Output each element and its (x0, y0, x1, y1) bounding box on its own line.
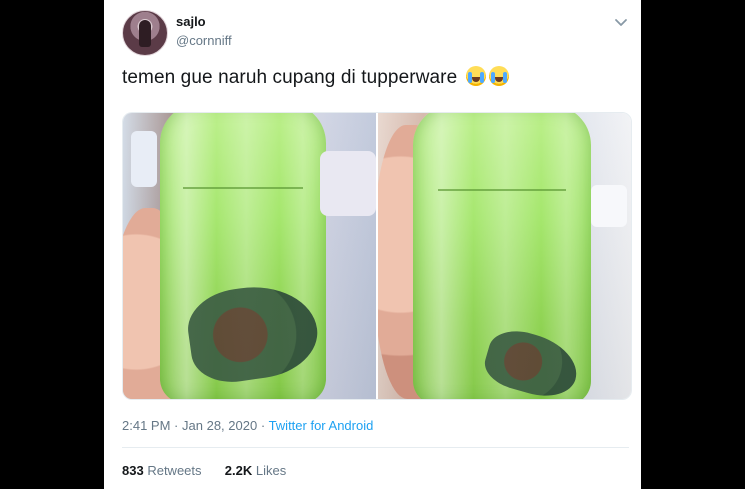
loudly-crying-face-icon (488, 66, 509, 86)
tweet-text: temen gue naruh cupang di tupperware (122, 66, 509, 89)
tweet-stats: 833 Retweets 2.2K Likes (122, 463, 286, 478)
chevron-down-icon[interactable] (613, 14, 629, 30)
likes-label[interactable]: Likes (256, 463, 286, 478)
tweet-photo-1[interactable] (123, 113, 376, 399)
meta-separator: · (174, 418, 179, 433)
tweet-source-link[interactable]: Twitter for Android (269, 418, 374, 433)
tweet-media (122, 112, 632, 400)
background-object (591, 185, 627, 227)
tweet-photo-2[interactable] (378, 113, 631, 399)
avatar[interactable] (122, 10, 168, 56)
divider (122, 447, 629, 448)
display-name[interactable]: sajlo (176, 14, 206, 29)
user-handle[interactable]: @cornniff (176, 33, 232, 48)
tweet-card: sajlo @cornniff temen gue naruh cupang d… (104, 0, 641, 489)
retweets-count[interactable]: 833 (122, 463, 144, 478)
tweet-body: temen gue naruh cupang di tupperware (122, 67, 458, 88)
background-object (131, 131, 157, 187)
tweet-time[interactable]: 2:41 PM (122, 418, 170, 433)
meta-separator: · (260, 418, 266, 433)
background-object (320, 151, 376, 216)
retweets-label[interactable]: Retweets (147, 463, 201, 478)
loudly-crying-face-icon (465, 66, 486, 86)
likes-count[interactable]: 2.2K (225, 463, 252, 478)
tweet-date[interactable]: Jan 28, 2020 (182, 418, 257, 433)
tweet-meta: 2:41 PM · Jan 28, 2020 · Twitter for And… (122, 418, 373, 433)
